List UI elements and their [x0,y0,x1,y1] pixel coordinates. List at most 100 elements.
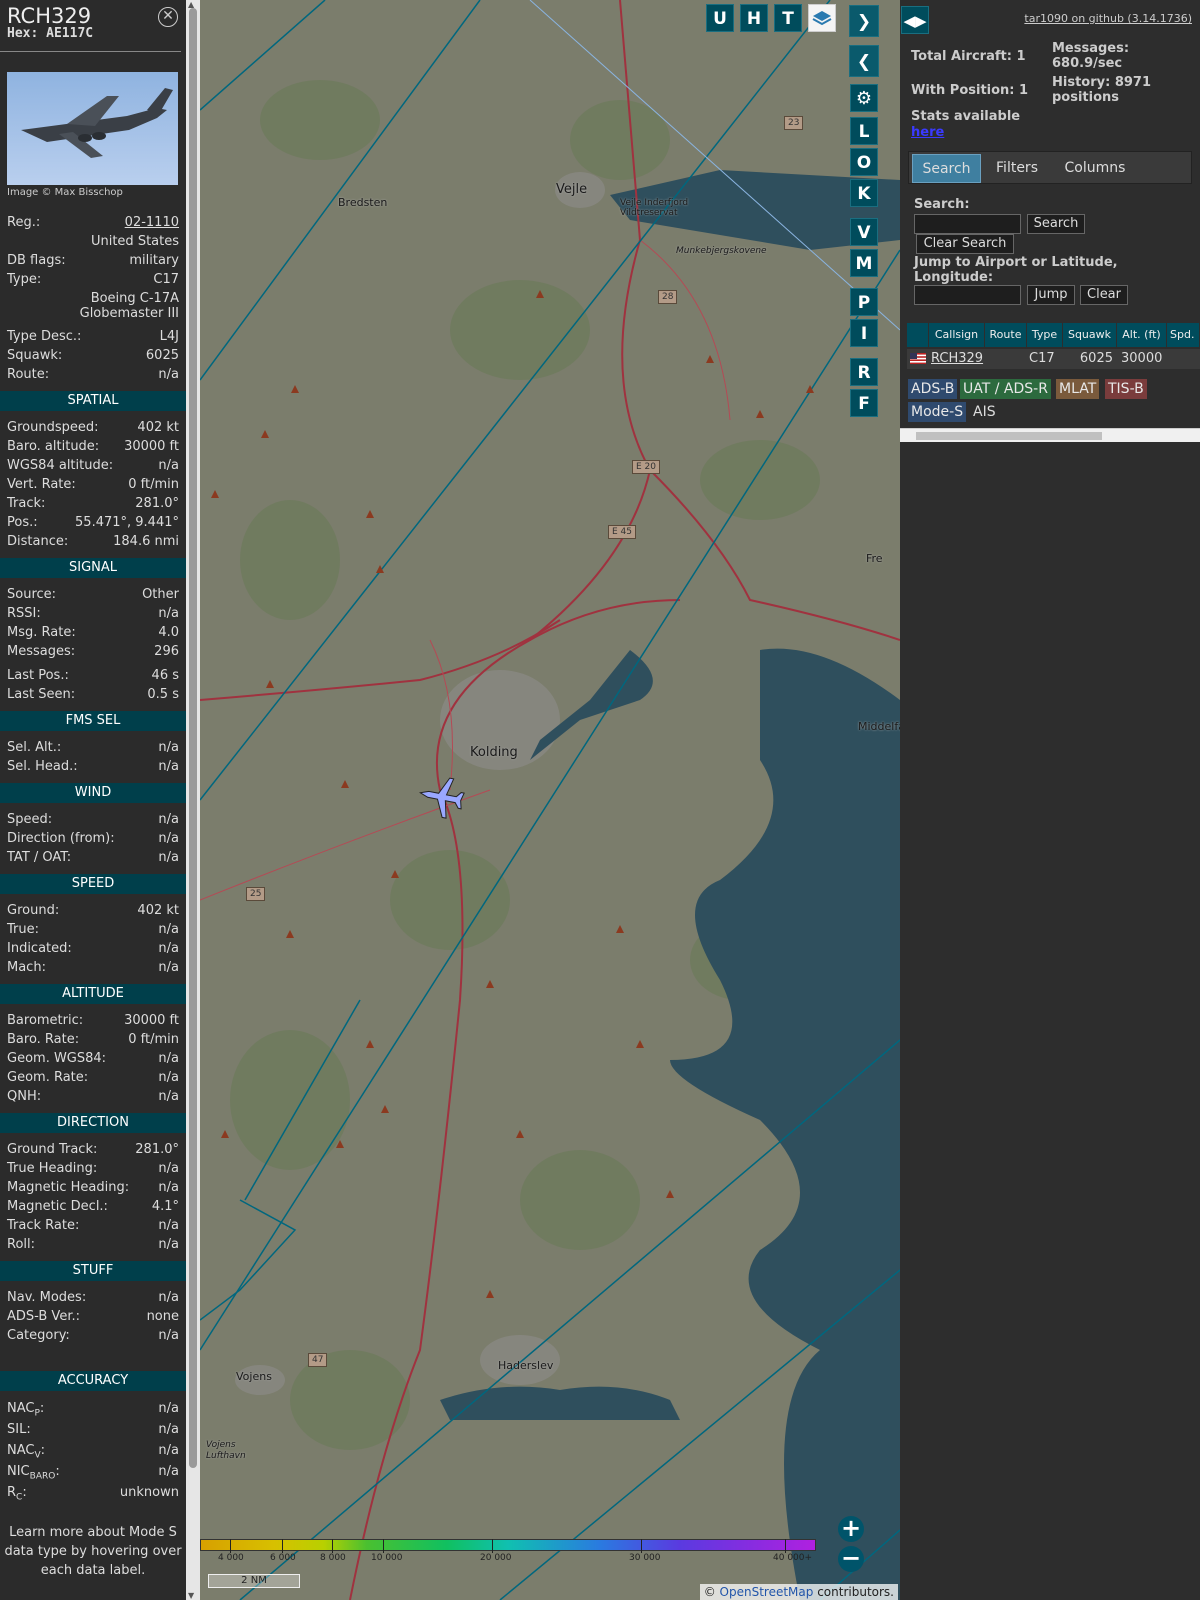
info-label: Direction (from): [7,831,115,846]
table-header-speed[interactable]: Spd. [1167,323,1200,347]
table-header-callsign[interactable]: Callsign [929,323,985,347]
button-m[interactable]: M [850,249,878,277]
accuracy-row: SIL: n/a [0,1419,186,1440]
close-icon[interactable]: ✕ [158,7,178,27]
info-label: Groundspeed: [7,420,99,435]
info-row: Squawk: 6025 [0,346,186,365]
accuracy-row: NACV: n/a [0,1440,186,1461]
table-header-route[interactable]: Route [985,323,1027,347]
mode-s-note: Learn more about Mode S data type by hov… [4,1525,182,1578]
road-47: 47 [308,1353,328,1367]
button-o[interactable]: O [850,148,878,176]
button-u[interactable]: U [706,4,734,32]
info-value: United States [90,234,179,249]
scroll-down-icon[interactable]: ▼ [188,1591,194,1600]
us-flag-graphic [910,353,926,364]
colorbar-tick-mark [492,1539,493,1553]
info-label: QNH: [7,1089,42,1104]
colorbar-tick-label: 20 000 [480,1553,512,1563]
jump-input[interactable] [914,285,1021,305]
table-horizontal-scrollbar[interactable] [900,428,1200,442]
info-row: Msg. Rate: 4.0 [0,623,186,642]
accuracy-label: RC: [7,1485,27,1503]
info-row: Magnetic Heading: n/a [0,1178,186,1197]
accuracy-label: NICBARO: [7,1464,60,1482]
gear-icon[interactable]: ⚙ [850,84,878,112]
zoom-out-button[interactable]: − [838,1546,864,1572]
road-28: 28 [658,290,678,304]
hex-code: Hex: AE117C [7,26,94,41]
place-munkebjergskovene: Munkebjergskovene [676,246,767,256]
accuracy-value: n/a [158,1401,179,1416]
row-callsign[interactable]: RCH329 [929,349,985,369]
info-label: Mach: [7,960,46,975]
info-label: Last Pos.: [7,668,69,683]
stats-link[interactable]: here [911,125,944,140]
info-value: Other [142,587,179,602]
clear-search-button[interactable]: Clear Search [916,234,1014,254]
search-button[interactable]: Search [1027,214,1085,234]
openstreetmap-link[interactable]: OpenStreetMap [720,1585,814,1599]
info-value: n/a [158,922,179,937]
info-row: Barometric: 30000 ft [0,1011,186,1030]
colorbar-tick-mark [641,1539,642,1553]
road-e45: E 45 [608,525,636,539]
road-25: 25 [246,887,266,901]
chevron-right-icon[interactable]: ❯ [849,5,879,37]
button-f[interactable]: F [850,389,878,417]
info-label: Speed: [7,812,53,827]
layers-icon[interactable] [808,4,836,32]
info-value: n/a [158,812,179,827]
toggle-sidebar-icon[interactable]: ◀▶ [901,6,929,34]
section-header-stuff: STUFF [0,1261,186,1281]
button-p[interactable]: P [850,288,878,316]
accuracy-value: n/a [158,1464,179,1479]
total-aircraft: Total Aircraft: 1 [911,49,1026,64]
clear-button[interactable]: Clear [1080,285,1128,305]
table-header-squawk[interactable]: Squawk [1063,323,1117,347]
accuracy-label-text: NIC [7,1464,30,1479]
tab-filters[interactable]: Filters [985,154,1049,183]
button-t[interactable]: T [774,4,802,32]
table-header-type[interactable]: Type [1027,323,1063,347]
github-link[interactable]: tar1090 on github (3.14.1736) [1024,12,1192,25]
button-i[interactable]: I [850,319,878,347]
info-row: Pos.: 55.471°, 9.441° [0,513,186,532]
zoom-in-button[interactable]: + [838,1516,864,1542]
hscroll-thumb[interactable] [916,432,1102,440]
button-l[interactable]: L [850,117,878,145]
info-label: Baro. altitude: [7,439,100,454]
map-view[interactable]: Vejle Bredsten Vejle Inderfjord Vildtres… [200,0,900,1600]
info-value: n/a [158,1180,179,1195]
info-value: n/a [158,1218,179,1233]
accuracy-label: NACV: [7,1443,46,1461]
tab-search[interactable]: Search [912,154,981,183]
accuracy-row: RC: unknown [0,1482,186,1503]
source-mlat: MLAT [1056,379,1100,399]
aircraft-infobox: RCH329 Hex: AE117C ✕ Image © Max Bisscho… [0,0,186,1600]
place-vejle: Vejle [556,182,588,197]
infobox-scrollbar[interactable]: ▲ ▼ [186,0,200,1600]
scrollbar-thumb[interactable] [189,8,197,1468]
place-vojens-lufthavn: Vojens Lufthavn [206,1440,246,1461]
colorbar-tick-label: 8 000 [320,1553,346,1563]
table-header-altitude[interactable]: Alt. (ft) [1117,323,1167,347]
button-r[interactable]: R [850,358,878,386]
button-v[interactable]: V [850,218,878,246]
jump-button[interactable]: Jump [1027,285,1075,305]
search-input[interactable] [914,214,1021,234]
info-label: Sel. Alt.: [7,740,62,755]
info-value: C17 [153,272,179,287]
button-k[interactable]: K [850,179,878,207]
info-row: True Heading: n/a [0,1159,186,1178]
tab-columns[interactable]: Columns [1053,154,1137,183]
aircraft-photo[interactable] [7,72,178,185]
messages-rate: Messages: 680.9/sec [1052,41,1130,71]
info-label: Distance: [7,534,69,549]
info-value: 0 ft/min [128,477,179,492]
chevron-left-icon[interactable]: ❮ [849,45,879,77]
section-header-signal: SIGNAL [0,558,186,578]
button-h[interactable]: H [740,4,768,32]
info-value[interactable]: 02-1110 [125,213,179,232]
info-label: Vert. Rate: [7,477,76,492]
